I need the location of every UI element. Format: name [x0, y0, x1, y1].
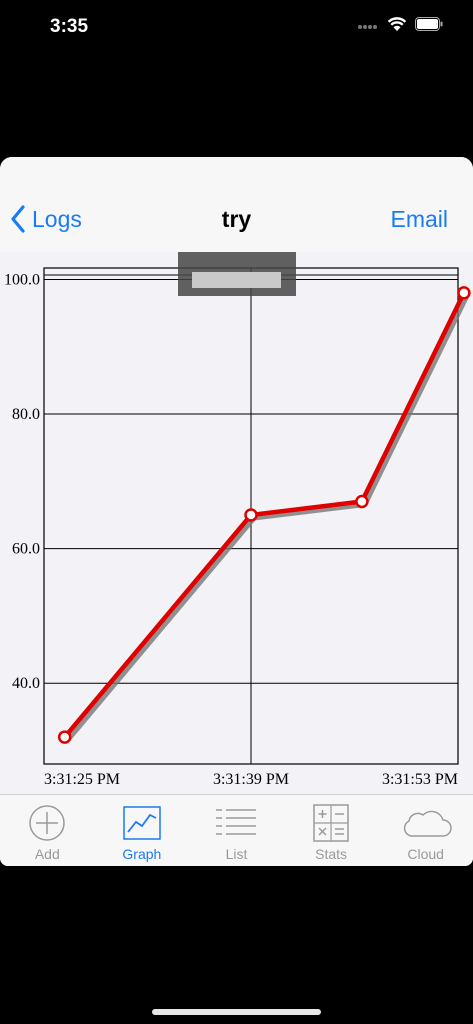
- data-point: [457, 286, 471, 300]
- navigation-bar: Logs try Email: [0, 157, 473, 253]
- tab-list-label: List: [225, 846, 248, 862]
- signal-icon: [358, 25, 377, 29]
- back-button[interactable]: Logs: [10, 201, 82, 237]
- x-tick-label: 3:31:25 PM: [44, 771, 120, 788]
- data-point: [57, 730, 72, 744]
- tab-graph-label: Graph: [122, 846, 162, 862]
- line-chart-icon: [123, 806, 161, 840]
- tab-list[interactable]: List: [189, 795, 284, 866]
- home-indicator[interactable]: [152, 1009, 321, 1015]
- chart-scroll-thumb-handle[interactable]: [192, 272, 281, 288]
- line-chart[interactable]: 100.0 80.0 60.0 40.0 3:31:25 PM 3:31:39 PM 3:3…: [0, 252, 473, 794]
- calculator-icon: [313, 804, 349, 842]
- cloud-icon: [403, 810, 452, 837]
- chart-area[interactable]: 100.0 80.0 60.0 40.0 3:31:25 PM 3:31:39 PM 3:3…: [0, 252, 473, 794]
- tab-stats[interactable]: Stats: [284, 795, 379, 866]
- tab-stats-label: Stats: [315, 846, 348, 862]
- y-tick-label: 100.0: [4, 271, 40, 288]
- status-bar: 3:35: [0, 0, 473, 56]
- chevron-left-icon: [11, 205, 25, 233]
- graph-sheet: Logs try Email 100.0 80.0 60.0 40.0 3:31:25 …: [0, 157, 473, 866]
- tab-add-label: Add: [34, 846, 60, 862]
- x-tick-label: 3:31:53 PM: [382, 771, 458, 788]
- wifi-icon: [387, 17, 407, 31]
- list-icon: [216, 809, 257, 835]
- y-tick-label: 60.0: [12, 541, 40, 558]
- battery-icon: [415, 17, 443, 31]
- data-point: [244, 508, 258, 522]
- x-tick-label: 3:31:39 PM: [213, 771, 289, 788]
- plus-circle-icon: [29, 805, 66, 841]
- status-icons: [357, 16, 443, 32]
- email-button[interactable]: Email: [390, 206, 448, 233]
- chart-scroll-thumb[interactable]: [178, 252, 296, 296]
- tab-bar: Add Graph List Stats Cloud: [0, 794, 473, 866]
- tab-cloud-label: Cloud: [407, 846, 444, 862]
- tab-graph[interactable]: Graph: [95, 795, 190, 866]
- tab-cloud[interactable]: Cloud: [378, 795, 473, 866]
- status-time: 3:35: [50, 16, 89, 37]
- tab-add[interactable]: Add: [0, 795, 95, 866]
- data-point: [355, 494, 369, 509]
- y-tick-label: 40.0: [12, 675, 40, 692]
- back-label: Logs: [32, 205, 82, 232]
- y-tick-label: 80.0: [12, 406, 40, 423]
